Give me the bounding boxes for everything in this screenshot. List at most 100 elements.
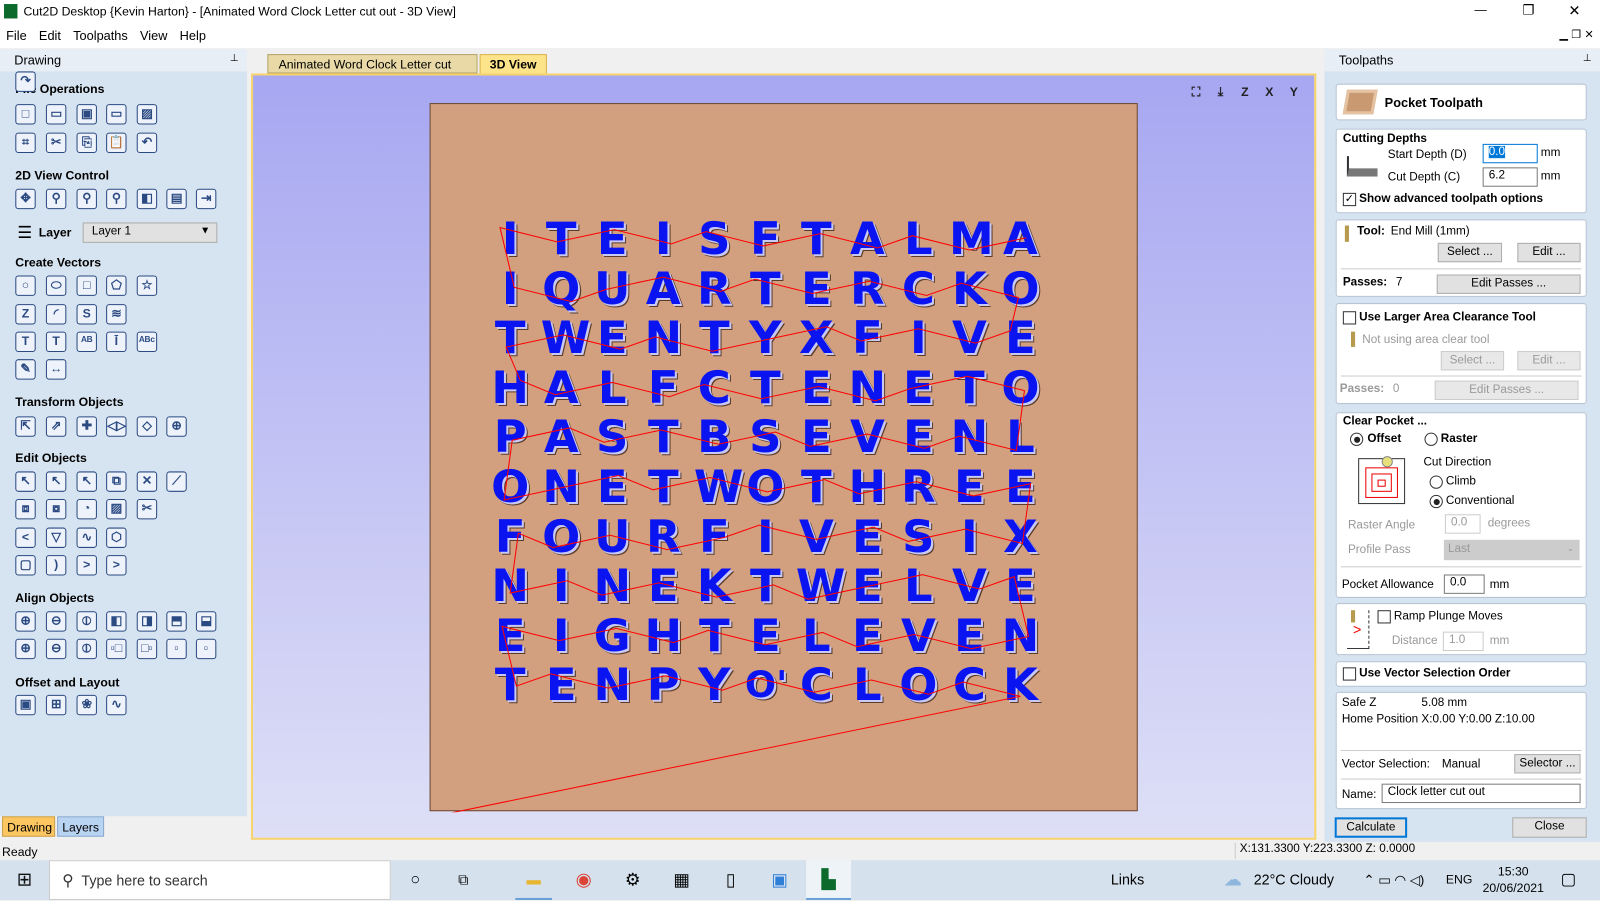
settings-icon[interactable]: ⚙ [614, 860, 651, 900]
restore-button[interactable]: ❐ [1522, 2, 1534, 18]
doc-tab-2d[interactable]: Animated Word Clock Letter cut out [267, 54, 478, 86]
distance-input[interactable]: 1.0 [1442, 631, 1484, 652]
align-to-bottom-icon[interactable]: ▫ [195, 638, 217, 660]
open-icon[interactable]: ▭ [45, 104, 67, 125]
circle-icon[interactable]: ○ [15, 275, 36, 296]
tray-icons[interactable]: ⌃ ▭ ◠ ◁) [1347, 860, 1441, 900]
text-box-icon[interactable]: T [45, 331, 67, 353]
import-image-icon[interactable]: ▨ [136, 104, 158, 125]
node-edit-icon[interactable]: ↖ [45, 471, 67, 492]
calculator-icon[interactable]: ▦ [663, 860, 700, 900]
corner-icon-3[interactable]: > [106, 555, 127, 576]
nesting-icon[interactable]: ❀ [76, 694, 97, 716]
align-bottom-icon[interactable]: ⬓ [195, 611, 217, 632]
offset-radio[interactable] [1349, 432, 1364, 446]
paste-icon[interactable]: 📋 [106, 132, 127, 154]
center-in-material-icon[interactable]: ⊕ [166, 416, 187, 437]
distort-icon[interactable]: ◇ [136, 416, 158, 437]
pin-icon[interactable]: ⊥ [1583, 53, 1592, 64]
select-all-icon[interactable]: ⌗ [15, 132, 36, 154]
fill-pattern-icon[interactable]: ≋ [106, 304, 127, 325]
measure-icon[interactable]: ⟋ [166, 471, 187, 492]
link-vectors-icon[interactable]: ∿ [106, 694, 127, 716]
tool-edit-button[interactable]: Edit ... [1517, 242, 1581, 263]
links-toolbar[interactable]: Links [1107, 860, 1148, 900]
smooth-icon[interactable]: < [15, 527, 36, 548]
cortana-icon[interactable]: ○ [398, 860, 433, 900]
redo-icon[interactable]: ↷ [15, 71, 36, 92]
polyline-icon[interactable]: Z [15, 304, 36, 325]
tool-select-button[interactable]: Select ... [1437, 242, 1503, 263]
tab-drawing[interactable]: Drawing [2, 816, 56, 837]
start-button[interactable]: ⊞ [0, 860, 49, 900]
close-button[interactable]: ✕ [1568, 2, 1580, 19]
weather-widget[interactable]: 22°C Cloudy [1251, 860, 1337, 900]
minimize-button[interactable]: — [1474, 2, 1486, 16]
menu-edit[interactable]: Edit [33, 23, 67, 43]
calculate-button[interactable]: Calculate [1334, 817, 1408, 838]
file-explorer-icon[interactable]: ▬ [515, 860, 553, 900]
offset-nodes-icon[interactable]: ▢ [15, 555, 36, 576]
group-icon[interactable]: ⧉ [106, 471, 127, 492]
task-view-icon[interactable]: ⧉ [446, 860, 481, 900]
tab-layers[interactable]: Layers [57, 816, 105, 837]
menu-file[interactable]: File [0, 23, 33, 43]
align-left-icon[interactable]: ◧ [106, 611, 127, 632]
area-edit-button[interactable]: Edit ... [1517, 351, 1581, 371]
align-to-top-icon[interactable]: ▫ [166, 638, 187, 660]
mirror-icon[interactable]: ◁▷ [106, 416, 127, 437]
menu-view[interactable]: View [134, 23, 174, 43]
align-center-icon[interactable]: ✚ [76, 416, 97, 437]
language-indicator[interactable]: ENG [1443, 860, 1476, 900]
trim-icon[interactable]: ✂ [136, 498, 158, 520]
arc-icon[interactable]: ◜ [45, 304, 67, 325]
cut-icon[interactable]: ✂ [45, 132, 67, 154]
notifications-icon[interactable]: ▢ [1553, 860, 1584, 900]
curve-fit-icon[interactable]: ∿ [76, 527, 97, 548]
zoom-extents-icon[interactable]: ⚲ [76, 188, 97, 210]
pocket-allowance-input[interactable]: 0.0 [1443, 574, 1485, 594]
align-center-both-icon[interactable]: ⊕ [15, 611, 36, 632]
view-y-icon[interactable]: Y [1284, 84, 1304, 104]
array-copy-icon[interactable]: ⊞ [45, 694, 67, 716]
chrome-icon[interactable]: ◉ [565, 860, 602, 900]
weld-icon[interactable]: ⧈ [15, 498, 36, 520]
join-icon[interactable]: ▽ [45, 527, 67, 548]
advanced-options-checkbox[interactable]: ✓ [1342, 192, 1357, 207]
view-iso-icon[interactable]: ⤓ [1210, 84, 1230, 104]
edit-passes-button[interactable]: Edit Passes ... [1436, 274, 1581, 294]
ungroup-icon[interactable]: ✕ [136, 471, 158, 492]
align-group-center-icon[interactable]: ⊕ [15, 638, 36, 660]
align-center-v-icon[interactable]: ⦶ [76, 611, 97, 632]
area-select-button[interactable]: Select ... [1440, 351, 1505, 371]
pan-icon[interactable]: ✥ [15, 188, 36, 210]
star-icon[interactable]: ☆ [136, 275, 158, 296]
auto-layout-text-icon[interactable]: Ī [106, 331, 127, 353]
open-recent-icon[interactable]: ▭ [106, 104, 127, 125]
align-to-left-icon[interactable]: ▫□ [106, 638, 127, 660]
view-z-icon[interactable]: Z [1235, 84, 1255, 104]
app-icon-blue[interactable]: ▣ [761, 860, 798, 900]
move-icon[interactable]: ⇱ [15, 416, 36, 437]
clock[interactable]: 15:30 20/06/2021 [1482, 863, 1545, 896]
start-depth-input[interactable]: 0.0 [1482, 143, 1538, 164]
area-clearance-checkbox[interactable] [1342, 311, 1357, 325]
curve-icon[interactable]: S [76, 304, 97, 325]
align-to-right-icon[interactable]: □▫ [136, 638, 158, 660]
bitmap-trace-icon[interactable]: ✎ [15, 359, 36, 380]
polygon-icon[interactable]: ⬠ [106, 275, 127, 296]
view-center-icon[interactable]: ▤ [166, 188, 187, 210]
intersect-icon[interactable]: ◔ [76, 498, 97, 520]
corner-icon-2[interactable]: > [76, 555, 97, 576]
zoom-box-icon[interactable]: ⚲ [106, 188, 127, 210]
subtract-icon[interactable]: ⧇ [45, 498, 67, 520]
align-top-icon[interactable]: ⬒ [166, 611, 187, 632]
scale-icon[interactable]: ⇗ [45, 416, 67, 437]
align-right-icon[interactable]: ◨ [136, 611, 158, 632]
3d-view[interactable]: ⛶ ⤓ Z X Y ITEISFTALMAIQUARTERCKOTWENTYXFIVEH… [251, 73, 1317, 840]
taskbar-search[interactable]: ⚲ Type here to search [48, 860, 391, 900]
cut-depth-input[interactable]: 6.2 [1482, 167, 1538, 187]
ellipse-icon[interactable]: ⬭ [45, 275, 67, 296]
close-panel-button[interactable]: Close [1512, 817, 1587, 838]
zoom-extents-icon[interactable]: ⛶ [1186, 84, 1206, 104]
